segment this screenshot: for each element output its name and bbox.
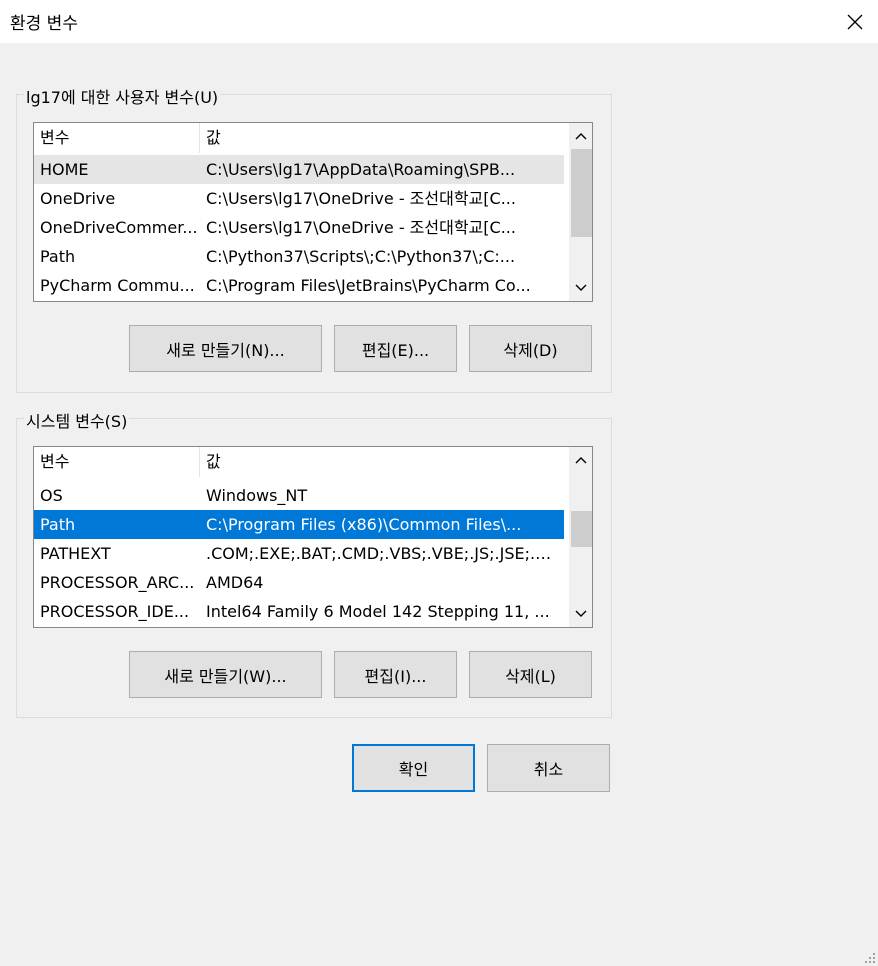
row-name: Path (40, 515, 76, 534)
title-bar: 환경 변수 (0, 0, 878, 43)
system-edit-button[interactable]: 편집(I)... (334, 651, 457, 698)
system-variables-group: 시스템 변수(S) 변수 값 OS Windows_NT Path C:\Pro… (16, 408, 612, 718)
row-value: C:\Users\lg17\OneDrive - 조선대학교[C... (206, 218, 516, 237)
system-new-button[interactable]: 새로 만들기(W)... (129, 651, 322, 698)
row-name: PyCharm Commu... (40, 276, 195, 295)
scroll-up-button[interactable] (569, 123, 592, 149)
user-variables-group: lg17에 대한 사용자 변수(U) 변수 값 HOME C:\Users\lg… (16, 84, 612, 393)
row-value: C:\Users\lg17\AppData\Roaming\SPB... (206, 160, 516, 179)
row-value: AMD64 (206, 573, 264, 592)
table-row[interactable]: PROCESSOR_ARC... AMD64 (34, 568, 564, 597)
row-value: C:\Program Files (x86)\Common Files\... (206, 515, 522, 534)
scroll-down-button[interactable] (569, 275, 592, 301)
chevron-up-icon (575, 133, 586, 140)
window-title: 환경 변수 (10, 14, 78, 34)
system-delete-button[interactable]: 삭제(L) (469, 651, 592, 698)
row-value: C:\Python37\Scripts\;C:\Python37\;C:... (206, 247, 516, 266)
chevron-up-icon (575, 457, 586, 464)
column-header-variable[interactable]: 변수 (34, 447, 200, 477)
column-header-value[interactable]: 값 (200, 123, 564, 153)
row-value: C:\Program Files\JetBrains\PyCharm Co... (206, 276, 531, 295)
chevron-down-icon (575, 610, 586, 617)
table-row[interactable]: HOME C:\Users\lg17\AppData\Roaming\SPB..… (34, 155, 564, 184)
system-variables-label: 시스템 변수(S) (24, 408, 130, 432)
system-variables-list[interactable]: 변수 값 OS Windows_NT Path C:\Program Files… (33, 446, 593, 628)
vertical-scrollbar[interactable] (569, 123, 592, 301)
scroll-thumb[interactable] (571, 149, 592, 237)
ok-button[interactable]: 확인 (352, 744, 475, 792)
row-value: Windows_NT (206, 486, 308, 505)
row-name: PROCESSOR_IDE... (40, 602, 190, 621)
user-new-button[interactable]: 새로 만들기(N)... (129, 325, 322, 372)
row-name: OneDriveCommer... (40, 218, 198, 237)
user-edit-button[interactable]: 편집(E)... (334, 325, 457, 372)
table-row[interactable]: PATHEXT .COM;.EXE;.BAT;.CMD;.VBS;.VBE;.J… (34, 539, 564, 568)
close-button[interactable] (832, 0, 878, 43)
scroll-thumb[interactable] (571, 511, 592, 547)
row-name: OneDrive (40, 189, 116, 208)
list-header: 변수 값 (34, 123, 564, 153)
table-row-selected[interactable]: Path C:\Program Files (x86)\Common Files… (34, 510, 564, 539)
table-row[interactable]: PyCharm Commu... C:\Program Files\JetBra… (34, 271, 564, 300)
cancel-button[interactable]: 취소 (487, 744, 610, 792)
user-delete-button[interactable]: 삭제(D) (469, 325, 592, 372)
vertical-scrollbar[interactable] (569, 447, 592, 627)
scroll-up-button[interactable] (569, 447, 592, 473)
resize-grip-icon[interactable] (864, 952, 876, 964)
table-row[interactable]: Path C:\Python37\Scripts\;C:\Python37\;C… (34, 242, 564, 271)
table-row[interactable]: OneDriveCommer... C:\Users\lg17\OneDrive… (34, 213, 564, 242)
user-variables-label: lg17에 대한 사용자 변수(U) (24, 84, 221, 108)
row-name: OS (40, 486, 63, 505)
row-name: HOME (40, 160, 89, 179)
row-value: Intel64 Family 6 Model 142 Stepping 11, … (206, 602, 550, 621)
close-icon (847, 14, 863, 29)
table-row[interactable]: OS Windows_NT (34, 481, 564, 510)
row-value: .COM;.EXE;.BAT;.CMD;.VBS;.VBE;.JS;.JSE;.… (206, 544, 558, 563)
row-name: PATHEXT (40, 544, 111, 563)
table-row[interactable]: PROCESSOR_IDE... Intel64 Family 6 Model … (34, 597, 564, 626)
list-header: 변수 값 (34, 447, 564, 477)
row-value: C:\Users\lg17\OneDrive - 조선대학교[C... (206, 189, 516, 208)
scroll-down-button[interactable] (569, 601, 592, 627)
row-name: PROCESSOR_ARC... (40, 573, 195, 592)
column-header-variable[interactable]: 변수 (34, 123, 200, 153)
column-header-value[interactable]: 값 (200, 447, 564, 477)
row-name: Path (40, 247, 76, 266)
table-row[interactable]: OneDrive C:\Users\lg17\OneDrive - 조선대학교[… (34, 184, 564, 213)
chevron-down-icon (575, 284, 586, 291)
user-variables-list[interactable]: 변수 값 HOME C:\Users\lg17\AppData\Roaming\… (33, 122, 593, 302)
